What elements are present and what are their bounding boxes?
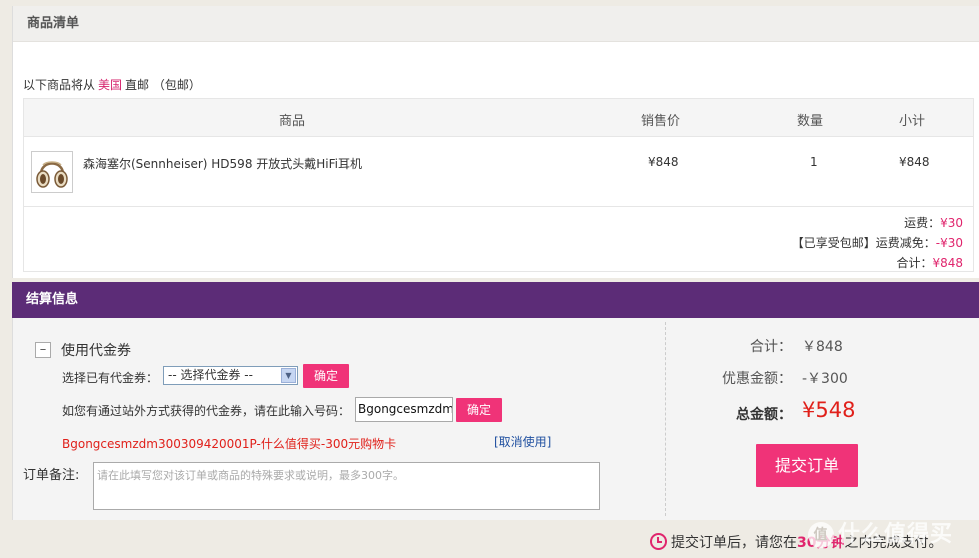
summary-discount-value: -￥300 — [802, 371, 848, 387]
watermark-logo-icon: 值 — [808, 522, 834, 548]
coupon-select[interactable]: -- 选择代金券 -- ▼ — [163, 366, 298, 385]
headphones-image — [36, 161, 68, 188]
order-note-label: 订单备注: — [23, 468, 80, 483]
product-subtotal: ¥848 — [899, 155, 930, 169]
product-table: 商品 销售价 数量 小计 森海塞尔(Sennheiser) HD598 开放式头… — [23, 98, 974, 272]
product-thumbnail[interactable] — [31, 151, 73, 193]
watermark-text: 什么值得买 — [838, 522, 954, 547]
applied-coupon-text: Bgongcesmzdm300309420001P-什么值得买-300元购物卡 — [62, 437, 397, 451]
product-quantity: 1 — [810, 155, 818, 169]
product-list-title: 商品清单 — [13, 6, 979, 42]
coupon-collapse-toggle[interactable]: – — [35, 342, 51, 358]
use-coupon-title: 使用代金券 — [61, 343, 131, 359]
summary-total-value: ¥548 — [802, 398, 856, 422]
cancel-coupon-link[interactable]: [取消使用] — [494, 433, 551, 450]
column-header-product: 商品 — [279, 114, 306, 129]
column-header-subtotal: 小计 — [899, 114, 926, 129]
order-note-textarea[interactable]: 请在此填写您对该订单或商品的特殊要求或说明，最多300字。 — [93, 462, 600, 510]
site-watermark: 值什么值得买 — [808, 512, 979, 558]
coupon-code-label: 如您有通过站外方式获得的代金券，请在此输入号码： — [62, 404, 351, 418]
table-row: 森海塞尔(Sennheiser) HD598 开放式头戴HiFi耳机 ¥848 … — [24, 137, 973, 207]
shipping-discount-line: 【已享受包邮】运费减免：-¥30 — [792, 233, 963, 253]
list-total-label: 合计： — [896, 256, 933, 270]
coupon-select-value: -- 选择代金券 -- — [168, 368, 253, 382]
section-divider — [665, 322, 666, 516]
shipping-origin-line: 以下商品将从 美国 直邮 （包邮） — [23, 76, 201, 93]
summary-sum-label: 合计： — [750, 339, 792, 355]
ship-suffix: 直邮 （包邮） — [125, 78, 201, 92]
summary-discount-label: 优惠金额： — [722, 371, 792, 387]
list-total-value: ¥848 — [932, 256, 963, 270]
list-total-line: 合计：¥848 — [792, 253, 963, 273]
summary-sum-value: ￥848 — [802, 339, 843, 355]
shipping-fee-label: 运费： — [904, 216, 941, 230]
order-summary-lines: 运费：¥30 【已享受包邮】运费减免：-¥30 合计：¥848 — [792, 213, 963, 273]
column-header-quantity: 数量 — [797, 114, 824, 129]
clock-icon — [650, 533, 667, 550]
settlement-title: 结算信息 — [12, 282, 979, 318]
notice-prefix: 提交订单后，请您在 — [671, 535, 797, 551]
summary-total-label: 总金额： — [736, 407, 792, 423]
shipping-fee-value: ¥30 — [940, 216, 963, 230]
submit-order-button[interactable]: 提交订单 — [756, 444, 858, 487]
product-price: ¥848 — [648, 155, 679, 169]
shipping-discount-value: -¥30 — [935, 236, 963, 250]
product-list-section: 商品清单 以下商品将从 美国 直邮 （包邮） 商品 销售价 数量 小计 森海塞尔(S… — [12, 6, 979, 278]
column-header-price: 销售价 — [641, 114, 681, 129]
ship-country: 美国 — [98, 78, 123, 92]
table-header: 商品 销售价 数量 小计 — [24, 99, 973, 137]
product-name-link[interactable]: 森海塞尔(Sennheiser) HD598 开放式头戴HiFi耳机 — [83, 155, 362, 172]
chevron-down-icon[interactable]: ▼ — [281, 368, 296, 383]
shipping-fee-line: 运费：¥30 — [792, 213, 963, 233]
confirm-select-coupon-button[interactable]: 确定 — [303, 364, 349, 388]
confirm-coupon-code-button[interactable]: 确定 — [456, 398, 502, 422]
ship-prefix: 以下商品将从 — [23, 78, 96, 92]
select-coupon-label: 选择已有代金券： — [62, 371, 159, 385]
coupon-code-input[interactable]: Bgongcesmzdm3 — [355, 397, 453, 422]
shipping-discount-label: 【已享受包邮】运费减免： — [791, 236, 936, 250]
